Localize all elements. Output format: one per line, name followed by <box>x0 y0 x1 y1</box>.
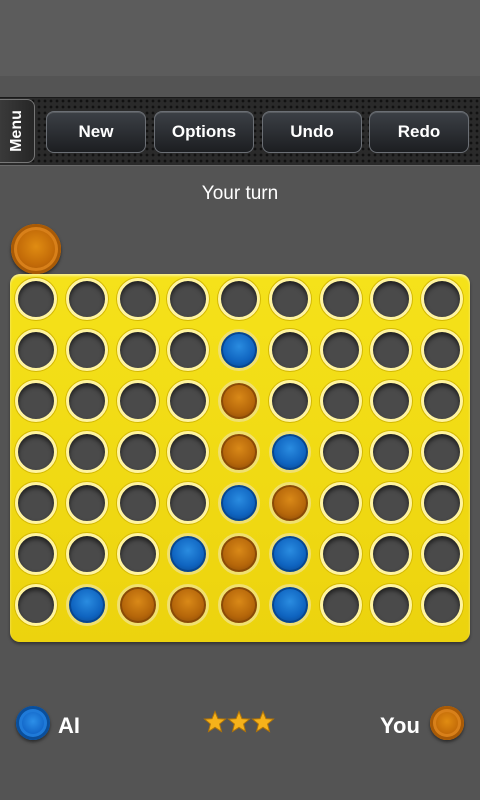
orange-disc[interactable] <box>218 380 260 422</box>
empty-slot[interactable] <box>421 482 463 524</box>
orange-disc[interactable] <box>218 431 260 473</box>
empty-slot[interactable] <box>421 380 463 422</box>
empty-slot[interactable] <box>65 482 108 524</box>
blue-disc[interactable] <box>218 329 260 371</box>
empty-slot[interactable] <box>15 482 57 524</box>
empty-slot[interactable] <box>421 278 463 320</box>
status-bar-area <box>0 0 480 76</box>
empty-slot[interactable] <box>167 431 210 473</box>
empty-slot[interactable] <box>167 329 210 371</box>
empty-slot[interactable] <box>319 380 362 422</box>
blue-disc[interactable] <box>65 584 108 626</box>
empty-slot[interactable] <box>319 329 362 371</box>
empty-slot[interactable] <box>319 431 362 473</box>
empty-slot[interactable] <box>370 431 413 473</box>
redo-button[interactable]: Redo <box>369 111 469 153</box>
blue-disc[interactable] <box>268 533 311 575</box>
empty-slot[interactable] <box>319 533 362 575</box>
orange-disc[interactable] <box>116 584 159 626</box>
empty-slot[interactable] <box>15 278 57 320</box>
difficulty-stars <box>203 710 275 734</box>
you-player-label: You <box>380 713 420 738</box>
game-board[interactable] <box>10 274 470 642</box>
empty-slot[interactable] <box>15 380 57 422</box>
empty-slot[interactable] <box>268 329 311 371</box>
undo-button[interactable]: Undo <box>262 111 362 153</box>
turn-status: Your turn <box>201 183 279 204</box>
empty-slot[interactable] <box>15 533 57 575</box>
empty-slot[interactable] <box>15 431 57 473</box>
empty-slot[interactable] <box>116 482 159 524</box>
star-icon <box>227 710 251 733</box>
empty-slot[interactable] <box>421 533 463 575</box>
empty-slot[interactable] <box>370 584 413 626</box>
blue-disc[interactable] <box>268 584 311 626</box>
empty-slot[interactable] <box>421 431 463 473</box>
empty-slot[interactable] <box>116 278 159 320</box>
blue-disc[interactable] <box>268 431 311 473</box>
empty-slot[interactable] <box>167 278 210 320</box>
empty-slot[interactable] <box>167 380 210 422</box>
you-player-icon <box>430 706 464 740</box>
empty-slot[interactable] <box>15 329 57 371</box>
menu-label: Menu <box>8 110 25 152</box>
empty-slot[interactable] <box>268 380 311 422</box>
empty-slot[interactable] <box>370 380 413 422</box>
empty-slot[interactable] <box>116 380 159 422</box>
menu-tab[interactable]: Menu <box>0 99 35 163</box>
empty-slot[interactable] <box>116 533 159 575</box>
empty-slot[interactable] <box>370 278 413 320</box>
empty-slot[interactable] <box>421 329 463 371</box>
star-icon <box>251 710 275 733</box>
orange-disc[interactable] <box>268 482 311 524</box>
empty-slot[interactable] <box>319 482 362 524</box>
new-game-button[interactable]: New <box>46 111 146 153</box>
empty-slot[interactable] <box>65 329 108 371</box>
empty-slot[interactable] <box>319 584 362 626</box>
empty-slot[interactable] <box>167 482 210 524</box>
empty-slot[interactable] <box>319 278 362 320</box>
empty-slot[interactable] <box>268 278 311 320</box>
drop-piece-orange[interactable] <box>11 224 61 274</box>
empty-slot[interactable] <box>421 584 463 626</box>
orange-disc[interactable] <box>218 533 260 575</box>
ai-player-label: AI <box>58 713 80 738</box>
empty-slot[interactable] <box>65 533 108 575</box>
empty-slot[interactable] <box>116 329 159 371</box>
empty-slot[interactable] <box>370 482 413 524</box>
blue-disc[interactable] <box>167 533 210 575</box>
empty-slot[interactable] <box>65 431 108 473</box>
empty-slot[interactable] <box>15 584 57 626</box>
empty-slot[interactable] <box>116 431 159 473</box>
orange-disc[interactable] <box>167 584 210 626</box>
orange-disc[interactable] <box>218 584 260 626</box>
ai-player-icon <box>16 706 50 740</box>
empty-slot[interactable] <box>370 329 413 371</box>
empty-slot[interactable] <box>65 380 108 422</box>
empty-slot[interactable] <box>218 278 260 320</box>
options-button[interactable]: Options <box>154 111 254 153</box>
empty-slot[interactable] <box>370 533 413 575</box>
empty-slot[interactable] <box>65 278 108 320</box>
star-icon <box>203 710 227 733</box>
blue-disc[interactable] <box>218 482 260 524</box>
